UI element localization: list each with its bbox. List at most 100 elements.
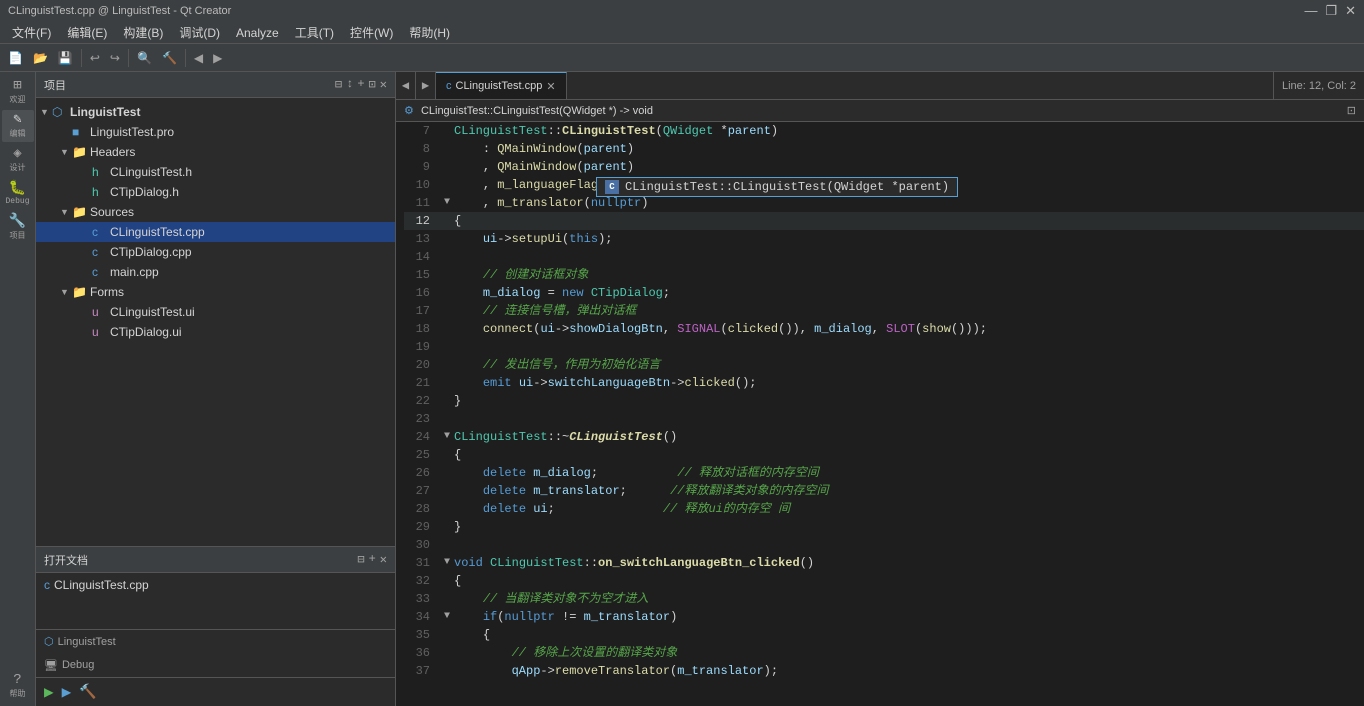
collapse-15[interactable] (440, 266, 454, 284)
collapse-34[interactable]: ▼ (440, 608, 454, 626)
menu-build[interactable]: 构建(B) (115, 22, 171, 43)
tree-root-linguisttest[interactable]: ▼ ⬡ LinguistTest (36, 102, 395, 122)
run-button[interactable]: ▶ (44, 682, 54, 702)
tree-item-main-cpp[interactable]: c main.cpp (36, 262, 395, 282)
collapse-37[interactable] (440, 662, 454, 680)
collapse-17[interactable] (440, 302, 454, 320)
tree-folder-sources[interactable]: ▼ 📁 Sources (36, 202, 395, 222)
collapse-20[interactable] (440, 356, 454, 374)
tab-clinguisttest-cpp[interactable]: c CLinguistTest.cpp ✕ (436, 72, 567, 99)
toolbar-forward-button[interactable]: ▶ (209, 49, 226, 67)
collapse-14[interactable] (440, 248, 454, 266)
collapse-35[interactable] (440, 626, 454, 644)
collapse-36[interactable] (440, 644, 454, 662)
project-badge[interactable]: ⬡ LinguistTest (36, 629, 395, 653)
menu-tools[interactable]: 工具(T) (287, 22, 342, 43)
tree-item-clinguisttest-cpp[interactable]: c CLinguistTest.cpp (36, 222, 395, 242)
toolbar-undo-button[interactable]: ↩ (86, 49, 104, 67)
menu-controls[interactable]: 控件(W) (342, 22, 401, 43)
toolbar-new-button[interactable]: 📄 (4, 49, 27, 67)
tree-item-ctipdialog-cpp[interactable]: c CTipDialog.cpp (36, 242, 395, 262)
sidebar-debug-button[interactable]: 🐛 Debug (2, 178, 34, 210)
open-docs-add-icon[interactable]: + (369, 552, 376, 567)
collapse-9[interactable] (440, 158, 454, 176)
debug-run-button[interactable]: ▶ (62, 682, 72, 702)
tree-item-ctipdialog-h[interactable]: h CTipDialog.h (36, 182, 395, 202)
folder-icon: 📁 (72, 145, 88, 159)
toolbar-save-button[interactable]: 💾 (54, 49, 77, 67)
collapse-8[interactable] (440, 140, 454, 158)
code-content[interactable]: 7 CLinguistTest::CLinguistTest(QWidget *… (396, 122, 1364, 706)
sidebar-edit-button[interactable]: ✎ 编辑 (2, 110, 34, 142)
tab-nav-left-button[interactable]: ◀ (396, 72, 416, 99)
code-line-7: 7 CLinguistTest::CLinguistTest(QWidget *… (404, 122, 1364, 140)
sidebar-welcome-button[interactable]: ⊞ 欢迎 (2, 76, 34, 108)
tree-folder-forms[interactable]: ▼ 📁 Forms (36, 282, 395, 302)
collapse-31[interactable]: ▼ (440, 554, 454, 572)
sync-icon[interactable]: ↕ (346, 77, 353, 92)
collapse-26[interactable] (440, 464, 454, 482)
minimize-button[interactable]: — (1304, 3, 1317, 19)
collapse-24[interactable]: ▼ (440, 428, 454, 446)
toolbar-redo-button[interactable]: ↪ (106, 49, 124, 67)
tree-folder-headers[interactable]: ▼ 📁 Headers (36, 142, 395, 162)
tree-item-clinguisttest-ui[interactable]: u CLinguistTest.ui (36, 302, 395, 322)
tab-close-button[interactable]: ✕ (546, 80, 555, 93)
filter-icon[interactable]: ⊟ (335, 77, 342, 92)
collapse-25[interactable] (440, 446, 454, 464)
code-editor[interactable]: C CLinguistTest::CLinguistTest(QWidget *… (396, 122, 1364, 706)
line-number-26: 26 (404, 464, 440, 482)
code-line-15: 15 // 创建对话框对象 (404, 266, 1364, 284)
tree-item-linguisttest-pro[interactable]: ■ LinguistTest.pro (36, 122, 395, 142)
tree-item-clinguisttest-h[interactable]: h CLinguistTest.h (36, 162, 395, 182)
collapse-21[interactable] (440, 374, 454, 392)
collapse-16[interactable] (440, 284, 454, 302)
collapse-12[interactable] (440, 212, 454, 230)
open-docs-filter-icon[interactable]: ⊟ (357, 552, 364, 567)
toolbar-search-button[interactable]: 🔍 (133, 49, 156, 67)
menu-edit[interactable]: 编辑(E) (59, 22, 115, 43)
sidebar-help-button[interactable]: ? 帮助 (2, 670, 34, 702)
collapse-33[interactable] (440, 590, 454, 608)
collapse-27[interactable] (440, 482, 454, 500)
collapse-29[interactable] (440, 518, 454, 536)
sidebar-projects-button[interactable]: 🔧 项目 (2, 212, 34, 244)
toolbar-build-button[interactable]: 🔨 (158, 49, 181, 67)
code-line-25: 25 { (404, 446, 1364, 464)
maximize-button[interactable]: ❐ (1325, 3, 1337, 19)
sidebar-design-button[interactable]: ◈ 设计 (2, 144, 34, 176)
close-button[interactable]: ✕ (1345, 3, 1356, 19)
collapse-22[interactable] (440, 392, 454, 410)
collapse-18[interactable] (440, 320, 454, 338)
tab-nav-right-button[interactable]: ▶ (416, 72, 436, 99)
menu-help[interactable]: 帮助(H) (401, 22, 458, 43)
debug-badge[interactable]: 🖥 Debug (36, 653, 395, 677)
collapse-23[interactable] (440, 410, 454, 428)
folder-sources-icon: 📁 (72, 205, 88, 219)
code-text-12: { (454, 212, 1364, 230)
code-line-22: 22 } (404, 392, 1364, 410)
menu-analyze[interactable]: Analyze (228, 24, 287, 42)
menu-debug[interactable]: 调试(D) (171, 22, 228, 43)
collapse-30[interactable] (440, 536, 454, 554)
collapse-10[interactable] (440, 176, 454, 194)
collapse-7[interactable] (440, 122, 454, 140)
collapse-11[interactable]: ▼ (440, 194, 454, 212)
collapse-19[interactable] (440, 338, 454, 356)
open-doc-clinguisttest-cpp[interactable]: c CLinguistTest.cpp (36, 575, 395, 595)
menu-file[interactable]: 文件(F) (4, 22, 59, 43)
collapse-32[interactable] (440, 572, 454, 590)
toolbar-open-button[interactable]: 📂 (29, 49, 52, 67)
tree-item-ctipdialog-ui[interactable]: u CTipDialog.ui (36, 322, 395, 342)
pro-file-icon: ■ (72, 125, 88, 139)
build-button[interactable]: 🔨 (79, 684, 96, 701)
add-icon[interactable]: + (357, 77, 364, 92)
breadcrumb-expand-icon[interactable]: ⊡ (1347, 104, 1356, 117)
sidebar-icons: ⊞ 欢迎 ✎ 编辑 ◈ 设计 🐛 Debug 🔧 项目 ? 帮助 (0, 72, 36, 706)
open-docs-close-icon[interactable]: ✕ (380, 552, 387, 567)
collapse-28[interactable] (440, 500, 454, 518)
toolbar-back-button[interactable]: ◀ (190, 49, 207, 67)
close-panel-icon[interactable]: ✕ (380, 77, 387, 92)
more-icon[interactable]: ⊡ (369, 77, 376, 92)
collapse-13[interactable] (440, 230, 454, 248)
